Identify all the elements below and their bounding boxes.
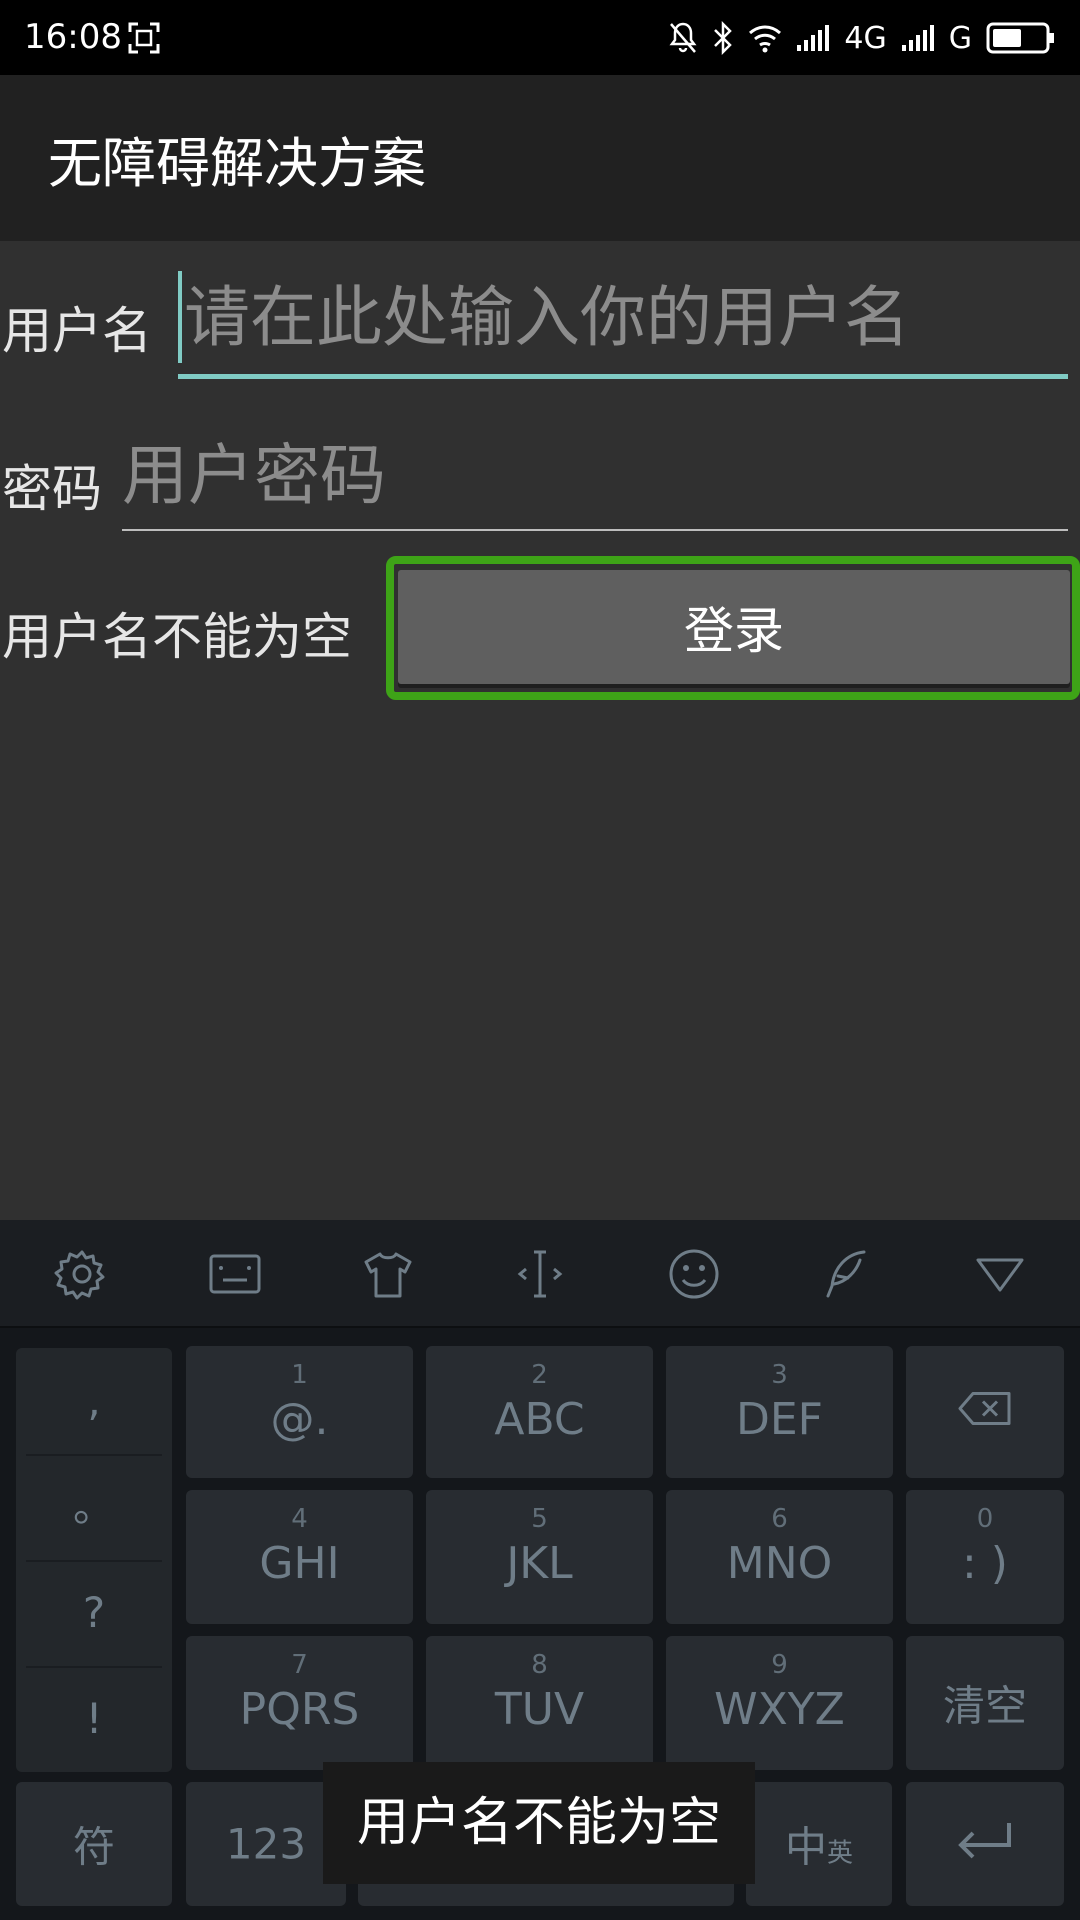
key-letters: MNO bbox=[726, 1538, 833, 1589]
language-sub: 英 bbox=[827, 1838, 854, 1869]
key-letters: @. bbox=[270, 1394, 329, 1445]
enter-icon bbox=[906, 1819, 1064, 1869]
bluetooth-icon bbox=[712, 21, 734, 55]
punctuation-column: , 。 ? ! bbox=[16, 1348, 172, 1772]
language-main: 中 bbox=[784, 1822, 827, 1872]
key-number: 4 bbox=[291, 1504, 308, 1534]
backspace-key[interactable] bbox=[906, 1346, 1064, 1478]
app-bar: 无障碍解决方案 bbox=[0, 75, 1080, 241]
cursor-icon[interactable] bbox=[512, 1246, 568, 1302]
signal-icon bbox=[796, 23, 830, 53]
tshirt-icon[interactable] bbox=[360, 1246, 416, 1302]
username-underline bbox=[178, 374, 1068, 379]
backspace-icon bbox=[906, 1388, 1064, 1437]
key-number: 2 bbox=[531, 1360, 548, 1390]
key-9[interactable]: 9 WXYZ bbox=[666, 1636, 893, 1770]
punct-key-question[interactable]: ? bbox=[16, 1560, 172, 1666]
key-letters: : ) bbox=[962, 1538, 1008, 1589]
number-mode-label: 123 bbox=[225, 1819, 307, 1869]
key-letters: ABC bbox=[494, 1394, 585, 1445]
login-button-container: 登录 bbox=[386, 556, 1080, 940]
username-label: 用户名 bbox=[2, 302, 152, 360]
gear-icon[interactable] bbox=[54, 1246, 110, 1302]
key-8[interactable]: 8 TUV bbox=[426, 1636, 653, 1770]
key-6[interactable]: 6 MNO bbox=[666, 1490, 893, 1624]
key-number: 3 bbox=[771, 1360, 788, 1390]
key-number: 8 bbox=[531, 1650, 548, 1680]
key-3[interactable]: 3 DEF bbox=[666, 1346, 893, 1478]
key-number: 7 bbox=[291, 1650, 308, 1680]
clear-key[interactable]: 清空 bbox=[906, 1636, 1064, 1770]
key-1[interactable]: 1 @. bbox=[186, 1346, 413, 1478]
key-5[interactable]: 5 JKL bbox=[426, 1490, 653, 1624]
toast-message: 用户名不能为空 bbox=[323, 1762, 755, 1884]
key-letters: PQRS bbox=[239, 1684, 360, 1735]
key-letters: DEF bbox=[736, 1394, 823, 1445]
wifi-icon bbox=[748, 23, 782, 53]
password-field[interactable] bbox=[122, 429, 1068, 531]
punct-key-exclaim[interactable]: ! bbox=[16, 1666, 172, 1772]
network-type-1: 4G bbox=[844, 20, 887, 56]
key-4[interactable]: 4 GHI bbox=[186, 1490, 413, 1624]
key-number: 6 bbox=[771, 1504, 788, 1534]
error-message: 用户名不能为空 bbox=[2, 608, 352, 666]
key-letters: GHI bbox=[259, 1538, 340, 1589]
login-form: 用户名 密码 用户名不能为空 登录 bbox=[0, 241, 1080, 1221]
key-number: 0 bbox=[976, 1504, 994, 1534]
smiley-icon[interactable] bbox=[666, 1246, 722, 1302]
key-number: 5 bbox=[531, 1504, 548, 1534]
symbol-key[interactable]: 符 bbox=[16, 1782, 172, 1906]
network-type-2: G bbox=[948, 20, 972, 56]
key-letters: TUV bbox=[494, 1684, 585, 1735]
keyboard-icon[interactable] bbox=[207, 1246, 263, 1302]
key-2[interactable]: 2 ABC bbox=[426, 1346, 653, 1478]
punct-key-comma[interactable]: , bbox=[16, 1348, 172, 1454]
signal-icon-2 bbox=[901, 23, 935, 53]
login-button[interactable]: 登录 bbox=[398, 570, 1070, 684]
handwriting-icon[interactable] bbox=[818, 1246, 874, 1302]
symbol-label: 符 bbox=[72, 1822, 115, 1872]
key-letters: WXYZ bbox=[714, 1684, 845, 1735]
username-field[interactable] bbox=[178, 271, 1074, 379]
collapse-icon[interactable] bbox=[972, 1246, 1028, 1302]
number-mode-key[interactable]: 123 bbox=[186, 1782, 346, 1906]
status-bar: 16:08 4G G bbox=[0, 0, 1080, 75]
status-time: 16:08 bbox=[24, 17, 122, 57]
mute-icon bbox=[668, 21, 698, 55]
key-number: 1 bbox=[291, 1360, 308, 1390]
clear-label: 清空 bbox=[942, 1681, 1027, 1731]
enter-key[interactable] bbox=[906, 1782, 1064, 1906]
key-number: 9 bbox=[771, 1650, 788, 1680]
text-cursor bbox=[178, 271, 182, 363]
language-label: 中英 bbox=[746, 1814, 892, 1875]
keyboard-toolbar bbox=[0, 1220, 1080, 1328]
app-title: 无障碍解决方案 bbox=[48, 132, 426, 195]
battery-icon bbox=[986, 21, 1056, 55]
key-7[interactable]: 7 PQRS bbox=[186, 1636, 413, 1770]
key-0[interactable]: 0 : ) bbox=[906, 1490, 1064, 1624]
screenshot-icon bbox=[128, 22, 160, 54]
password-label: 密码 bbox=[2, 460, 102, 518]
password-input[interactable] bbox=[122, 429, 1068, 521]
password-underline bbox=[122, 529, 1068, 531]
punct-key-period[interactable]: 。 bbox=[16, 1454, 172, 1560]
key-letters: JKL bbox=[506, 1538, 573, 1589]
language-key[interactable]: 中英 bbox=[746, 1782, 892, 1906]
username-input[interactable] bbox=[184, 271, 1074, 363]
